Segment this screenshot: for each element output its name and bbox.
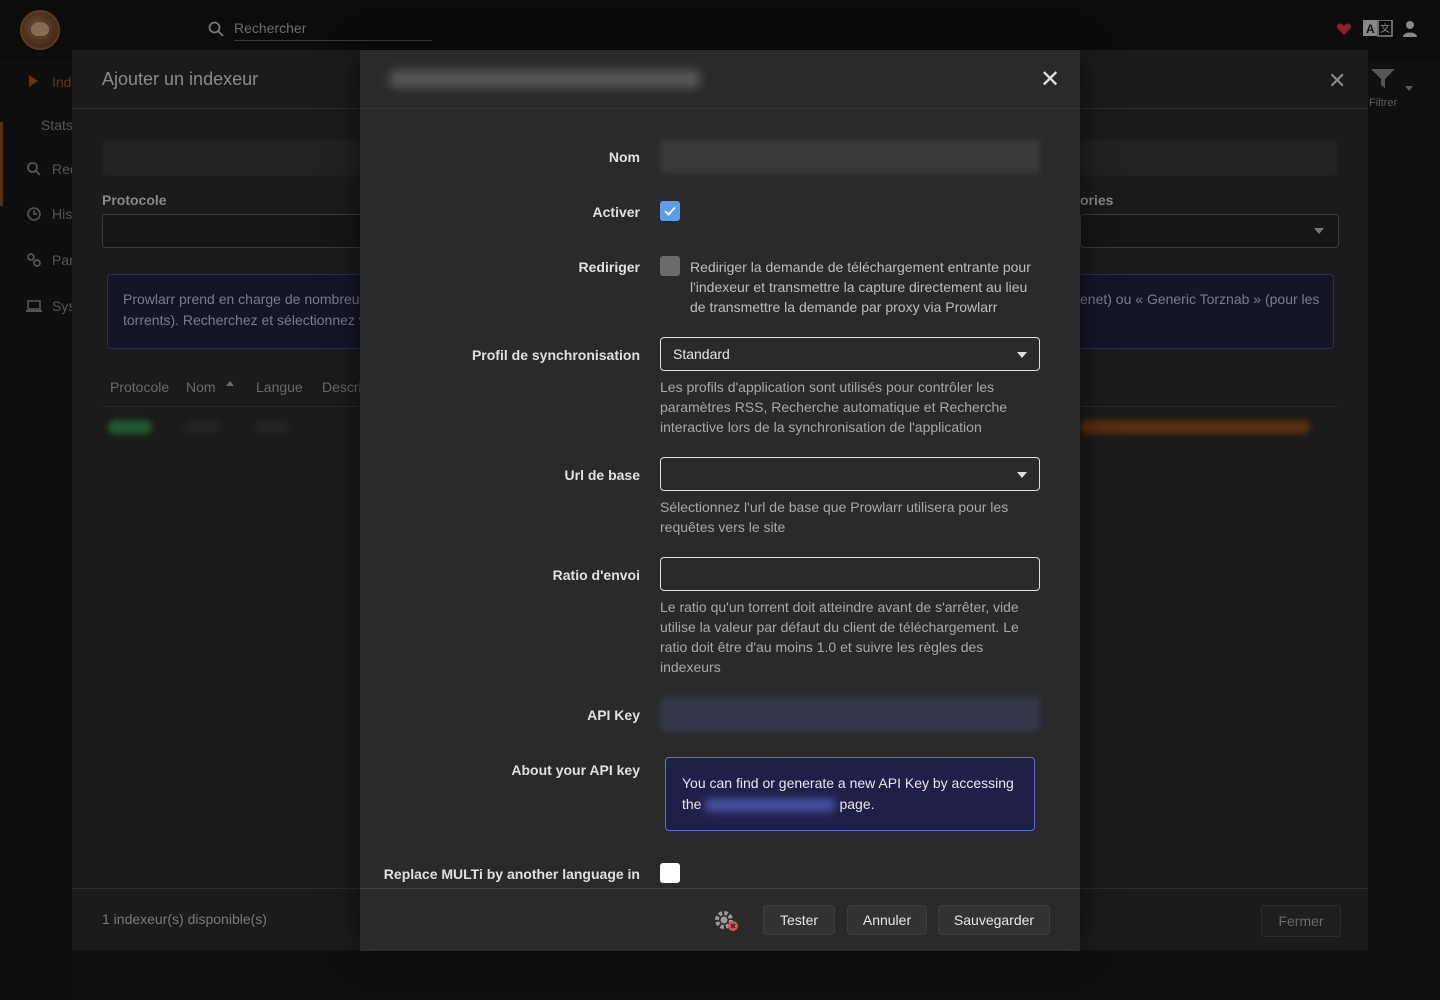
info-text-left: Prowlarr prend en charge de nombreux — [123, 291, 367, 307]
sync-profile-select[interactable]: Standard — [660, 337, 1040, 371]
info-text-right: enet) ou « Generic Torznab » (pour les — [1080, 291, 1320, 307]
api-key-info-line-2: the page. — [682, 794, 1018, 815]
chevron-down-icon[interactable] — [1405, 86, 1413, 91]
categories-label: ories — [1080, 192, 1114, 208]
app-logo[interactable] — [20, 10, 60, 50]
table-cell — [254, 421, 290, 433]
check-icon — [664, 206, 676, 216]
close-icon[interactable]: ✕ — [1040, 65, 1060, 94]
user-icon[interactable] — [1402, 20, 1418, 38]
cancel-button[interactable]: Annuler — [847, 905, 927, 935]
seed-ratio-input[interactable] — [660, 557, 1040, 591]
protocol-badge — [108, 420, 152, 434]
chevron-down-icon — [1314, 228, 1324, 234]
categories-select[interactable] — [1080, 214, 1339, 248]
chevron-down-icon — [1017, 472, 1027, 478]
api-key-info-page: page. — [839, 796, 875, 812]
sidebar: Ind Stats Rec His Par Sys — [0, 60, 77, 1000]
close-icon[interactable]: ✕ — [1328, 68, 1346, 94]
sync-profile-label: Profil de synchronisation — [471, 347, 640, 363]
about-api-key-label: About your API key — [511, 762, 640, 778]
sort-ascending-icon — [226, 381, 234, 386]
seed-ratio-label: Ratio d'envoi — [552, 567, 640, 583]
chevron-down-icon — [1017, 352, 1027, 358]
redirect-checkbox[interactable] — [660, 256, 680, 276]
translate-icon[interactable]: A 文 — [1363, 20, 1393, 38]
column-header-protocol[interactable]: Protocole — [110, 379, 169, 395]
api-key-page-link[interactable] — [705, 798, 836, 813]
sync-profile-value: Standard — [673, 346, 730, 362]
enable-checkbox[interactable] — [660, 201, 680, 221]
modal-title — [390, 70, 700, 88]
table-cell — [184, 421, 220, 433]
search-input[interactable] — [234, 16, 432, 41]
column-header-description[interactable]: Descri — [322, 379, 362, 395]
sidebar-item-stats[interactable]: Stats — [41, 117, 73, 133]
edit-indexer-header: ✕ — [360, 50, 1080, 109]
play-icon — [29, 75, 38, 87]
sidebar-item-history[interactable]: His — [52, 206, 72, 222]
seed-ratio-help: Le ratio qu'un torrent doit atteindre av… — [660, 599, 1019, 675]
base-url-help: Sélectionnez l'url de base que Prowlarr … — [660, 499, 1009, 535]
heart-icon[interactable] — [1336, 21, 1352, 37]
logo-face — [31, 22, 49, 36]
svg-text:A: A — [1366, 22, 1375, 36]
svg-text:文: 文 — [1380, 22, 1390, 35]
protocol-label: Protocole — [102, 192, 167, 208]
add-indexer-title: Ajouter un indexeur — [102, 69, 259, 89]
name-input[interactable] — [660, 140, 1040, 174]
api-key-input[interactable] — [660, 697, 1040, 731]
redirect-help: Rediriger la demande de téléchargement e… — [690, 259, 1031, 315]
save-button[interactable]: Sauvegarder — [938, 905, 1050, 935]
filter-icon[interactable] — [1370, 68, 1396, 90]
history-icon — [27, 207, 41, 221]
sync-profile-help: Les profils d'application sont utilisés … — [660, 379, 1008, 435]
name-label: Nom — [608, 149, 640, 165]
sidebar-item-indexers[interactable]: Ind — [52, 74, 71, 90]
laptop-icon — [26, 300, 42, 312]
api-key-info-the: the — [682, 796, 702, 812]
api-key-info-box: You can find or generate a new API Key b… — [665, 757, 1035, 831]
base-url-label: Url de base — [564, 467, 640, 483]
search-icon — [208, 21, 224, 37]
settings-icon — [27, 253, 41, 267]
settings-error-icon[interactable] — [712, 908, 740, 934]
column-header-name[interactable]: Nom — [186, 379, 216, 395]
info-text-left-2: torrents). Recherchez et sélectionnez v — [123, 312, 366, 328]
replace-multi-label: Replace MULTi by another language in — [383, 866, 640, 882]
api-key-label: API Key — [587, 707, 640, 723]
redirect-label: Rediriger — [578, 259, 640, 275]
search-icon — [27, 162, 41, 176]
column-header-language[interactable]: Langue — [256, 379, 303, 395]
sidebar-active-indicator — [0, 122, 3, 206]
indexer-count: 1 indexeur(s) disponible(s) — [102, 911, 267, 927]
replace-multi-checkbox[interactable] — [660, 863, 680, 883]
test-button[interactable]: Tester — [763, 905, 835, 935]
sidebar-item-settings[interactable]: Par — [52, 252, 74, 268]
privacy-badge — [1080, 420, 1310, 434]
edit-indexer-modal: ✕ Nom Activer Rediriger Rediriger la dem… — [360, 50, 1080, 951]
close-button[interactable]: Fermer — [1261, 905, 1341, 937]
enable-label: Activer — [592, 204, 640, 220]
api-key-info-line-1: You can find or generate a new API Key b… — [682, 775, 1014, 791]
filter-label[interactable]: Filtrer — [1369, 97, 1397, 109]
base-url-select[interactable] — [660, 457, 1040, 491]
